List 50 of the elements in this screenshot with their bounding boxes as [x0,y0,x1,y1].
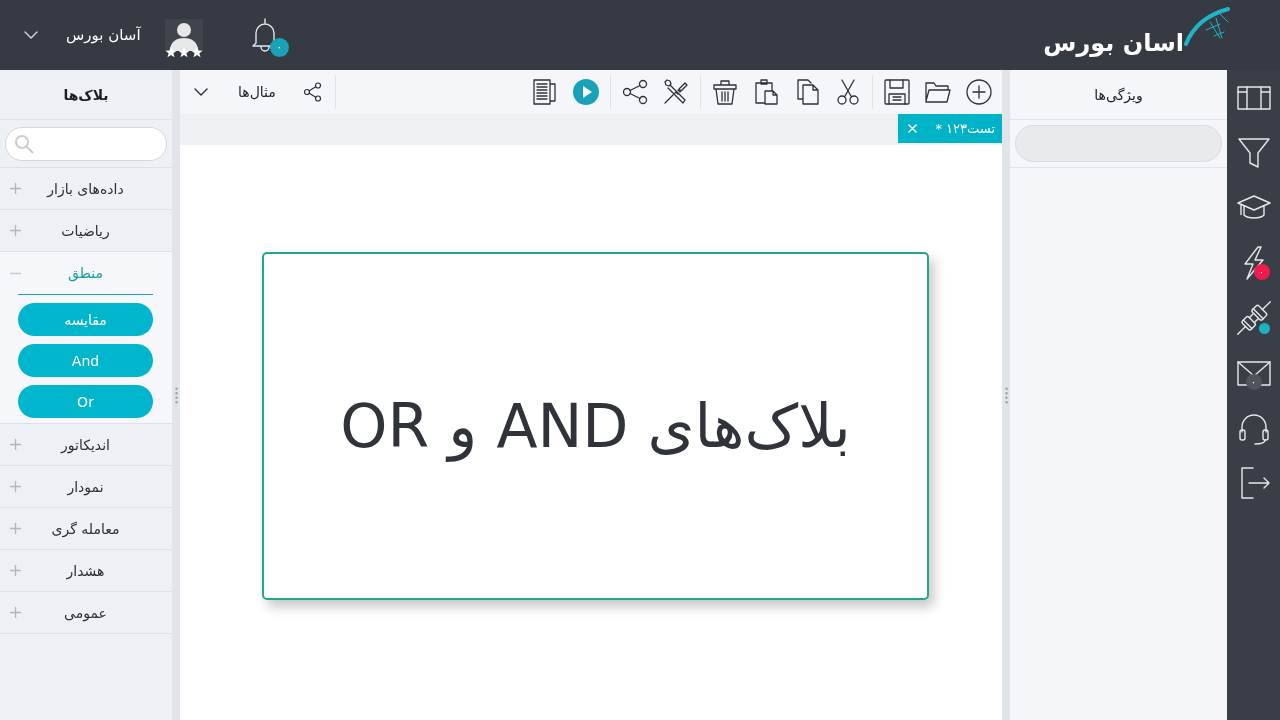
splitter-handle[interactable] [172,70,180,720]
category-item[interactable]: نمودار [0,466,172,508]
category-item[interactable]: عمومی [0,592,172,634]
grip-icon [1004,386,1008,404]
chevron-down-icon [24,31,38,39]
slide-title: بلاک‌های AND و OR [340,391,851,461]
trash-icon[interactable] [712,79,738,105]
user-menu-button[interactable]: آسان بورس [24,26,141,44]
plus-circle-icon[interactable] [966,79,992,105]
document-icon[interactable] [532,79,558,105]
count-badge: ۰ [269,38,289,57]
plus-icon [10,523,21,534]
copy-icon[interactable] [794,79,820,105]
count-badge: ۰ [1253,263,1270,280]
panel-title: بلاک‌ها [63,86,109,103]
logo-text: اسان بورس [1043,31,1184,55]
grip-icon [174,386,178,404]
count-badge: ۰ [1245,373,1262,390]
category-item[interactable]: معامله گری [0,508,172,550]
folder-icon[interactable] [925,79,951,105]
splitter-handle[interactable] [1002,70,1010,720]
bird-logo-icon [1184,6,1230,46]
share-icon[interactable] [622,79,648,105]
avatar-icon [164,18,203,51]
star-icon [190,45,203,58]
plus-icon [10,607,21,618]
examples-menu[interactable]: مثال‌ها [194,84,276,100]
star-icon [164,45,177,58]
play-icon[interactable] [573,79,599,105]
plus-icon [10,565,21,576]
share-icon[interactable] [302,82,323,102]
category-item[interactable]: اندیکاتور [0,424,172,466]
search-icon [14,134,34,154]
plus-icon [10,439,21,450]
plug-icon[interactable] [1236,300,1271,335]
plus-icon [10,183,21,194]
scissors-icon[interactable] [835,79,861,105]
chevron-down-icon [194,88,208,96]
plus-icon [10,225,21,236]
tools-icon[interactable] [663,79,689,105]
clipboard-icon[interactable] [753,79,779,105]
star-icon [177,45,190,58]
panel-title: ویژگی‌ها [1094,86,1143,103]
save-icon[interactable] [884,79,910,105]
property-field[interactable] [1015,125,1222,162]
filter-icon[interactable] [1236,135,1271,170]
category-item[interactable]: داده‌های بازار [0,168,172,210]
category-item[interactable]: هشدار [0,550,172,592]
search-field[interactable] [5,127,167,161]
plus-icon [10,481,21,492]
